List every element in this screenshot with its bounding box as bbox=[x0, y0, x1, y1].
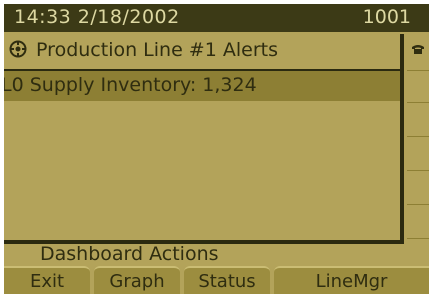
list-item[interactable]: L0 Supply Inventory: 1,324 bbox=[4, 71, 400, 101]
divider bbox=[407, 238, 429, 239]
gear-icon bbox=[6, 39, 30, 61]
actions-label: Dashboard Actions bbox=[40, 243, 219, 265]
alerts-panel: Production Line #1 Alerts L0 Supply Inve… bbox=[4, 34, 404, 244]
divider bbox=[407, 136, 429, 137]
line-indicator-column bbox=[407, 34, 429, 244]
softkey-bar: Exit Graph Status LineMgr bbox=[4, 266, 429, 294]
divider bbox=[407, 70, 429, 71]
panel-title-label: Production Line #1 Alerts bbox=[36, 39, 278, 61]
status-button[interactable]: Status bbox=[184, 266, 270, 294]
phone-screen: 14:33 2/18/2002 1001 Production Line #1 … bbox=[4, 4, 429, 294]
divider bbox=[407, 102, 429, 103]
exit-button[interactable]: Exit bbox=[4, 266, 90, 294]
graph-button[interactable]: Graph bbox=[94, 266, 180, 294]
panel-title: Production Line #1 Alerts bbox=[4, 39, 400, 67]
status-bar: 14:33 2/18/2002 1001 bbox=[4, 4, 429, 32]
line-number: 1001 bbox=[362, 6, 411, 28]
datetime-display: 14:33 2/18/2002 bbox=[14, 6, 180, 28]
divider bbox=[407, 204, 429, 205]
phone-icon bbox=[412, 45, 424, 54]
divider bbox=[407, 170, 429, 171]
linemgr-button[interactable]: LineMgr bbox=[274, 266, 429, 294]
alert-item-text: L0 Supply Inventory: 1,324 bbox=[4, 74, 257, 96]
